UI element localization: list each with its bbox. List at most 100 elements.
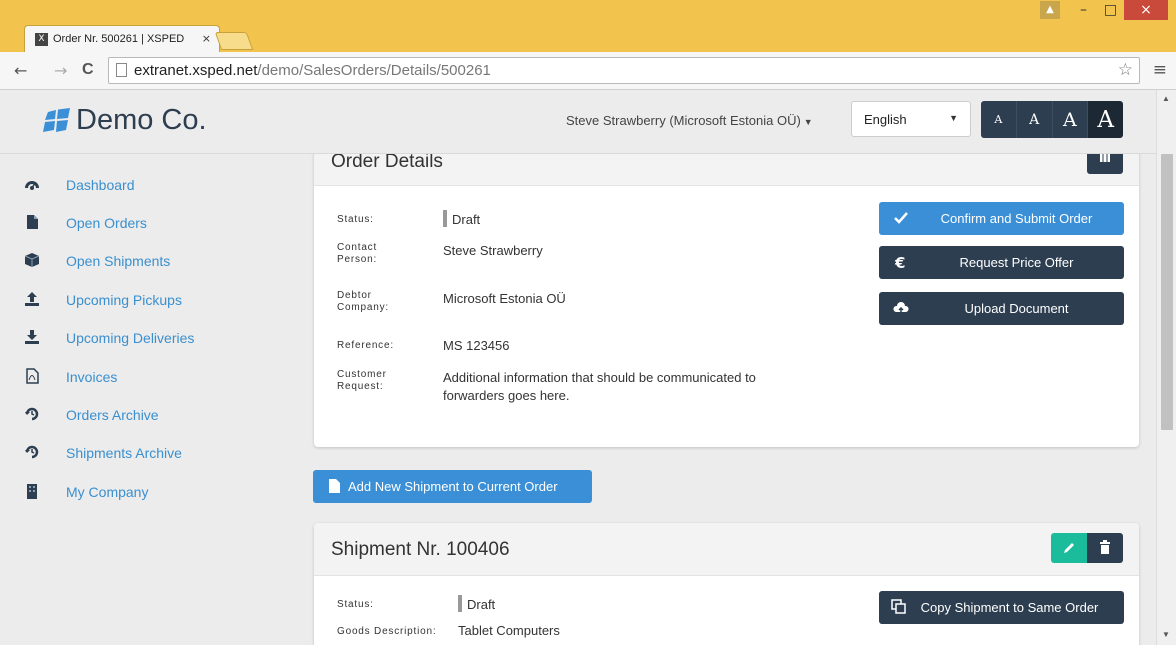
chevron-down-icon: ▼: [803, 117, 813, 127]
shipment-title: Shipment Nr. 100406: [331, 539, 510, 560]
font-size-medium-button[interactable]: A: [1016, 101, 1053, 138]
pdf-icon: [26, 368, 39, 384]
user-menu[interactable]: Steve Strawberry (Microsoft Estonia OÜ) ▼: [566, 113, 813, 128]
tab-title: Order Nr. 500261 | XSPED: [53, 33, 185, 45]
new-tab-button[interactable]: [214, 32, 254, 50]
upload-document-button[interactable]: Upload Document: [879, 292, 1124, 325]
field-value: Draft: [458, 595, 838, 614]
url-host: extranet.xsped.net: [134, 62, 258, 79]
status-indicator: [443, 210, 447, 227]
status-indicator: [458, 595, 462, 612]
scroll-up-icon[interactable]: ▲: [1162, 94, 1170, 103]
request-price-offer-button[interactable]: € Request Price Offer: [879, 246, 1124, 279]
sidebar-item-upcoming-deliveries[interactable]: Upcoming Deliveries: [0, 323, 299, 353]
reload-button[interactable]: C: [82, 61, 94, 79]
page-icon: [116, 63, 127, 77]
dashboard-icon: [25, 181, 39, 190]
button-label: Add New Shipment to Current Order: [348, 479, 558, 494]
scroll-down-icon[interactable]: ▼: [1162, 630, 1170, 639]
app-header: Demo Co. Steve Strawberry (Microsoft Est…: [0, 90, 1156, 154]
url-path: /demo/SalesOrders/Details/500261: [257, 62, 491, 79]
browser-tab[interactable]: X Order Nr. 500261 | XSPED ×: [24, 25, 220, 53]
scrollbar-thumb[interactable]: [1161, 154, 1173, 430]
browser-titlebar: X Order Nr. 500261 | XSPED × ▲ – □ ×: [0, 0, 1176, 53]
sidebar-item-label: Open Orders: [66, 215, 147, 231]
font-size-small-button[interactable]: A: [981, 101, 1017, 138]
main-content: Order Details Status: Draft Contact Pers…: [299, 154, 1156, 645]
field-label: Debtor Company:: [337, 290, 389, 313]
page-scrollbar[interactable]: ▲ ▼: [1156, 90, 1176, 645]
order-panel-heading: Order Details: [314, 154, 1139, 186]
pencil-icon: [1064, 543, 1074, 553]
order-title: Order Details: [331, 154, 443, 172]
sidebar-item-label: Orders Archive: [66, 407, 159, 423]
brand-logo[interactable]: Demo Co.: [42, 104, 207, 137]
button-label: Copy Shipment to Same Order: [920, 600, 1099, 615]
order-details-panel: Order Details Status: Draft Contact Pers…: [314, 154, 1139, 447]
order-menu-button[interactable]: [1087, 154, 1123, 174]
field-label: Reference:: [337, 340, 394, 351]
status-value: Draft: [452, 212, 481, 227]
sidebar-item-label: Upcoming Pickups: [66, 292, 182, 308]
history-icon: [25, 407, 39, 421]
sidebar-item-shipments-archive[interactable]: Shipments Archive: [0, 438, 299, 468]
sidebar-item-invoices[interactable]: Invoices: [0, 362, 299, 392]
back-button[interactable]: ←: [14, 61, 27, 80]
status-value: Draft: [467, 597, 496, 612]
sidebar-item-label: Invoices: [66, 369, 118, 385]
field-label: Contact Person:: [337, 242, 378, 265]
sidebar-item-open-shipments[interactable]: Open Shipments: [0, 246, 299, 276]
bookmark-star-icon[interactable]: ☆: [1118, 60, 1133, 80]
font-size-xlarge-button[interactable]: A: [1088, 101, 1123, 138]
sidebar-item-label: My Company: [66, 484, 149, 500]
edit-shipment-button[interactable]: [1051, 533, 1087, 563]
confirm-submit-order-button[interactable]: Confirm and Submit Order: [879, 202, 1124, 235]
font-size-large-button[interactable]: A: [1052, 101, 1089, 138]
sidebar-item-orders-archive[interactable]: Orders Archive: [0, 400, 299, 430]
button-label: Confirm and Submit Order: [940, 211, 1093, 226]
box-icon: [24, 253, 40, 267]
language-value: English: [864, 112, 907, 127]
close-window-button[interactable]: ×: [1124, 0, 1168, 20]
history-icon: [25, 445, 39, 459]
upload-icon: [25, 292, 39, 306]
browser-toolbar: ← → C extranet.xsped.net/demo/SalesOrder…: [0, 52, 1176, 90]
building-icon: [27, 484, 37, 499]
field-value: Steve Strawberry: [443, 243, 543, 258]
chevron-down-icon: ▼: [949, 113, 958, 123]
sidebar-item-label: Open Shipments: [66, 253, 171, 269]
field-value: Tablet Computers: [458, 623, 560, 638]
sidebar-item-my-company[interactable]: My Company: [0, 477, 299, 507]
sidebar: Dashboard Open Orders Open Shipments Upc…: [0, 154, 299, 645]
profile-icon[interactable]: ▲: [1040, 1, 1060, 19]
trash-icon: [1100, 540, 1110, 554]
sidebar-item-open-orders[interactable]: Open Orders: [0, 208, 299, 238]
font-size-group: A A A A: [981, 101, 1123, 138]
address-bar[interactable]: extranet.xsped.net/demo/SalesOrders/Deta…: [108, 57, 1140, 84]
site-favicon-icon: X: [35, 33, 48, 46]
browser-menu-icon[interactable]: ≡: [1153, 60, 1167, 80]
shipment-panel: Shipment Nr. 100406 Status: Draft Goods …: [314, 523, 1139, 645]
windows-logo-icon: [43, 107, 70, 132]
forward-button[interactable]: →: [54, 61, 67, 80]
copy-shipment-button[interactable]: Copy Shipment to Same Order: [879, 591, 1124, 624]
field-value: MS 123456: [443, 338, 510, 353]
field-value: Additional information that should be co…: [443, 370, 756, 403]
maximize-button[interactable]: □: [1097, 0, 1124, 20]
columns-icon: [1100, 154, 1110, 162]
sidebar-item-upcoming-pickups[interactable]: Upcoming Pickups: [0, 285, 299, 315]
sidebar-item-label: Shipments Archive: [66, 445, 182, 461]
sidebar-item-label: Dashboard: [66, 177, 135, 193]
add-new-shipment-button[interactable]: Add New Shipment to Current Order: [313, 470, 592, 503]
url-text: extranet.xsped.net/demo/SalesOrders/Deta…: [134, 62, 491, 79]
field-value: Draft: [443, 210, 823, 229]
field-label: Customer Request:: [337, 369, 387, 392]
user-name: Steve Strawberry (Microsoft Estonia OÜ): [566, 113, 801, 128]
tab-close-icon[interactable]: ×: [202, 32, 211, 45]
field-label: Status:: [337, 599, 374, 610]
language-select[interactable]: English ▼: [851, 101, 971, 137]
sidebar-item-dashboard[interactable]: Dashboard: [0, 170, 299, 200]
delete-shipment-button[interactable]: [1087, 533, 1123, 563]
field-label: Status:: [337, 214, 374, 225]
minimize-button[interactable]: –: [1070, 0, 1097, 20]
